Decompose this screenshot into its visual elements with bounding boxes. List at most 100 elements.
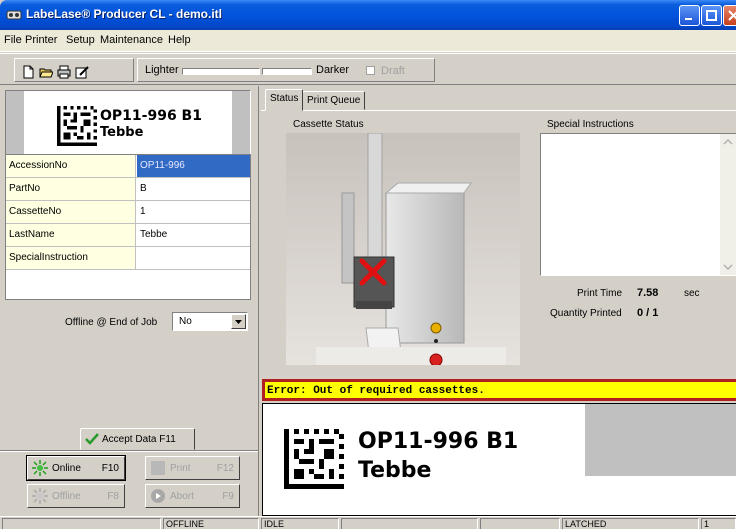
grid-value[interactable]: B xyxy=(137,178,250,200)
grid-key: SpecialInstruction xyxy=(6,247,136,269)
grid-value[interactable] xyxy=(137,247,250,269)
status-state: IDLE xyxy=(261,518,339,529)
grid-key: LastName xyxy=(6,224,136,246)
print-label: Print xyxy=(170,463,191,474)
grid-row-accession[interactable]: AccessionNo OP11-996 xyxy=(6,155,250,178)
darker-label: Darker xyxy=(316,64,350,76)
card-line-1: OP11-996 B1 xyxy=(100,108,202,124)
field-grid: AccessionNo OP11-996 PartNo B CassetteNo… xyxy=(5,154,251,300)
draft-label: Draft xyxy=(381,65,405,77)
grid-row-cassetteno[interactable]: CassetteNo 1 xyxy=(6,201,250,224)
status-latch: LATCHED xyxy=(562,518,699,529)
title-bar: LabeLase® Producer CL - demo.itl xyxy=(0,0,736,30)
cassette-status-label: Cassette Status xyxy=(293,119,364,130)
menu-bar: File Printer Setup Maintenance Help xyxy=(0,30,736,52)
accept-data-label: Accept Data F11 xyxy=(102,434,176,445)
label-preview: OP11-996 B1 Tebbe xyxy=(262,403,736,516)
maximize-icon xyxy=(706,10,717,21)
error-message-bar: Error: Out of required cassettes. xyxy=(262,379,736,401)
chevron-down-icon xyxy=(235,320,242,324)
status-panel-0 xyxy=(2,518,161,529)
grid-row-partno[interactable]: PartNo B xyxy=(6,178,250,201)
online-button[interactable]: Online F10 xyxy=(26,455,126,481)
status-panel-4 xyxy=(480,518,560,529)
menu-setup[interactable]: Setup xyxy=(66,34,95,46)
print-key: F12 xyxy=(216,463,234,474)
grid-row-specialinstruction[interactable]: SpecialInstruction xyxy=(6,247,250,270)
grid-value[interactable]: 1 xyxy=(137,201,250,223)
minimize-button[interactable] xyxy=(679,5,700,26)
abort-label: Abort xyxy=(170,491,194,502)
abort-key: F9 xyxy=(222,491,234,502)
datamatrix-barcode-icon xyxy=(57,106,97,146)
cassette-status-image xyxy=(286,133,520,365)
offline-button[interactable]: Offline F8 xyxy=(27,484,125,508)
grid-value[interactable]: OP11-996 xyxy=(137,155,250,177)
minimize-icon xyxy=(685,18,692,20)
menu-help[interactable]: Help xyxy=(168,34,191,46)
label-preview-card: OP11-996 B1 Tebbe xyxy=(5,90,251,156)
preview-line-1: OP11-996 B1 xyxy=(358,429,519,454)
special-instructions-textarea[interactable] xyxy=(540,133,736,276)
dropdown-arrow-button[interactable] xyxy=(231,314,246,329)
status-connection: OFFLINE xyxy=(163,518,259,529)
online-sun-icon xyxy=(32,460,48,476)
tab-print-queue[interactable]: Print Queue xyxy=(302,91,366,110)
grid-row-lastname[interactable]: LastName Tebbe xyxy=(6,224,250,247)
grid-key: AccessionNo xyxy=(6,155,136,177)
tab-status[interactable]: Status xyxy=(265,89,304,111)
grid-key: CassetteNo xyxy=(6,201,136,223)
offline-end-job-label: Offline @ End of Job xyxy=(65,317,158,328)
new-file-icon[interactable] xyxy=(21,65,35,79)
status-panel-3 xyxy=(341,518,478,529)
toolbar: Lighter Darker Draft xyxy=(0,53,736,85)
print-button-icon xyxy=(151,461,165,475)
offline-end-job-select[interactable]: No xyxy=(172,312,248,331)
menu-maintenance[interactable]: Maintenance xyxy=(100,34,163,46)
preview-unprintable-area xyxy=(585,404,736,476)
online-key: F10 xyxy=(101,463,119,474)
menu-file[interactable]: File xyxy=(4,34,22,46)
cassette-hopper-illustration xyxy=(286,133,520,365)
draft-checkbox[interactable] xyxy=(366,66,375,75)
separator xyxy=(0,450,258,452)
app-icon xyxy=(6,10,22,20)
scrollbar-arrows-icon xyxy=(723,138,733,271)
darkness-toolbar-group: Lighter Darker Draft xyxy=(137,58,435,82)
notes-scrollbar[interactable] xyxy=(720,134,736,275)
maximize-button[interactable] xyxy=(701,5,722,26)
error-message: Error: Out of required cassettes. xyxy=(267,385,485,397)
print-button[interactable]: Print F12 xyxy=(145,456,240,480)
job-data-panel: OP11-996 B1 Tebbe AccessionNo OP11-996 P… xyxy=(0,86,258,516)
online-label: Online xyxy=(52,463,81,474)
offline-label: Offline xyxy=(52,491,81,502)
close-button[interactable] xyxy=(723,5,736,26)
close-icon xyxy=(728,10,736,21)
grid-key: PartNo xyxy=(6,178,136,200)
accept-data-tab[interactable]: Accept Data F11 xyxy=(80,428,195,450)
card-margin-left xyxy=(6,91,24,155)
darkness-slider-track-right[interactable] xyxy=(262,68,312,75)
darkness-slider-track-left[interactable] xyxy=(182,68,260,75)
checkmark-icon xyxy=(85,433,99,445)
quantity-printed-value: 0 / 1 xyxy=(637,307,659,319)
grid-value[interactable]: Tebbe xyxy=(137,224,250,246)
abort-button[interactable]: Abort F9 xyxy=(145,484,240,508)
lighter-label: Lighter xyxy=(145,64,179,76)
offline-sun-icon xyxy=(32,488,48,504)
print-time-label: Print Time xyxy=(577,288,623,299)
edit-icon[interactable] xyxy=(75,65,89,79)
preview-line-2: Tebbe xyxy=(358,458,432,483)
window-title: LabeLase® Producer CL - demo.itl xyxy=(26,7,222,21)
card-margin-right xyxy=(232,91,250,155)
datamatrix-barcode-preview-icon xyxy=(284,429,344,489)
status-bar: OFFLINE IDLE LATCHED 1 xyxy=(0,516,736,529)
offline-key: F8 xyxy=(107,491,119,502)
menu-printer[interactable]: Printer xyxy=(25,34,57,46)
open-folder-icon[interactable] xyxy=(39,65,53,79)
abort-icon xyxy=(151,489,165,503)
quantity-printed-label: Quantity Printed xyxy=(550,308,622,319)
status-panel: Status Print Queue Cassette Status Speci… xyxy=(258,86,736,516)
print-icon[interactable] xyxy=(57,65,71,79)
status-count: 1 xyxy=(701,518,736,529)
